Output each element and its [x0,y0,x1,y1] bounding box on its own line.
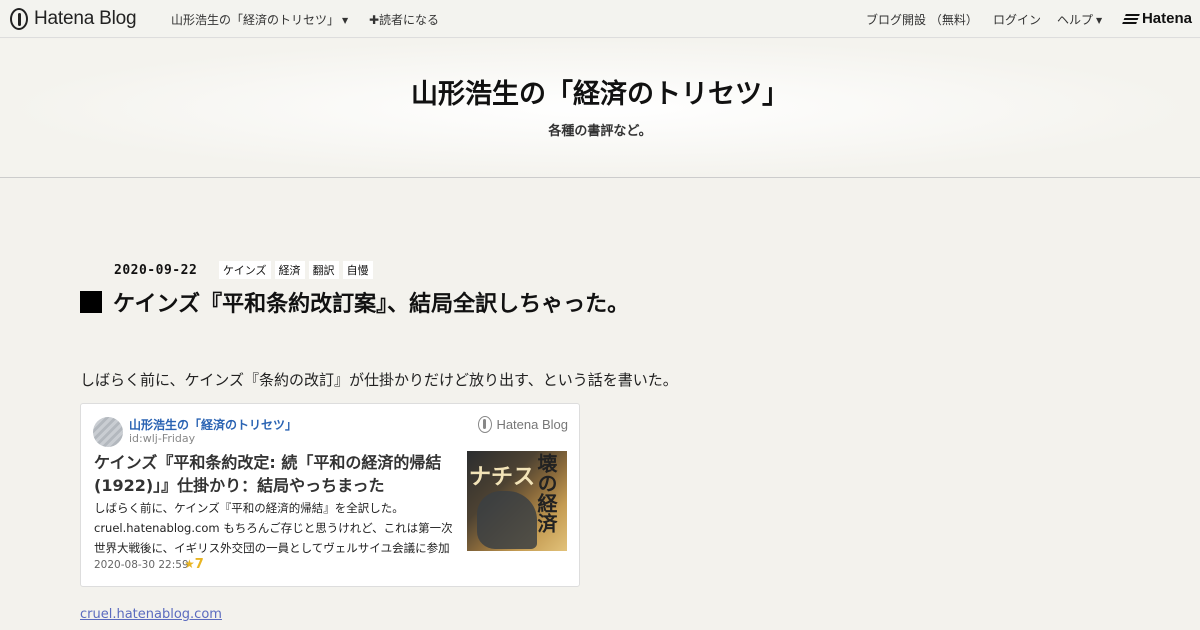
help-menu-button[interactable]: ヘルプ ▼ [1057,11,1102,28]
category-link[interactable]: ケインズ [219,261,271,279]
help-label: ヘルプ [1057,13,1094,27]
title-square-icon [80,291,102,313]
entry-date[interactable]: 2020-09-22 [114,263,197,278]
card-excerpt: しばらく前に、ケインズ『平和の経済的帰結』を全訳した。 cruel.hatena… [94,501,453,555]
card-hatena-blog-logo[interactable]: Hatena Blog [478,416,568,433]
subscribe-button[interactable]: ✚読者になる [369,11,439,28]
card-brand-text: Hatena Blog [496,417,568,432]
star-count-value: 7 [194,557,204,572]
category-link[interactable]: 経済 [274,261,305,279]
card-blog-name[interactable]: 山形浩生の「経済のトリセツ」 [129,416,297,433]
hatena-lines-icon [1122,13,1140,24]
hatena-blog-mark-icon [478,416,493,433]
hatena-logo[interactable]: Hatena [1122,10,1192,27]
avatar[interactable] [93,417,123,447]
hatena-logo-text: Hatena [1141,10,1192,27]
card-thumbnail[interactable]: ナチス 壊の経済 [467,451,567,551]
blog-title[interactable]: 山形浩生の「経済のトリセツ」 [0,72,1200,111]
thumbnail-figure [477,491,537,549]
open-blog-link[interactable]: ブログ開設 （無料） [866,11,978,28]
blog-link[interactable]: cruel.hatenablog.com [80,607,222,622]
hatena-blog-logo[interactable]: Hatena Blog [10,7,137,31]
login-link[interactable]: ログイン [993,11,1041,28]
blog-header: 山形浩生の「経済のトリセツ」 各種の書評など。 [0,39,1200,178]
card-blog-id: id:wlj-Friday [129,432,196,445]
blog-embed-card[interactable]: 山形浩生の「経済のトリセツ」 id:wlj-Friday Hatena Blog… [80,403,580,587]
entry-categories: ケインズ 経済 翻訳 自慢 [219,261,373,279]
category-link[interactable]: 自慢 [342,261,373,279]
category-link[interactable]: 翻訳 [308,261,339,279]
hatena-blog-mark-icon [10,8,28,30]
card-date: 2020-08-30 22:59 [94,559,189,571]
entry-title-link[interactable]: ケインズ『平和条約改訂案』、結局全訳しちゃった。 [113,286,629,318]
thumbnail-text: 壊の経済 [534,453,558,533]
blog-menu-button[interactable]: 山形浩生の「経済のトリセツ」 ▼ [171,11,348,28]
entry-title: ケインズ『平和条約改訂案』、結局全訳しちゃった。 [80,286,629,318]
caret-down-icon: ▼ [1096,16,1103,25]
card-title[interactable]: ケインズ『平和条約改定: 続「平和の経済的帰結 (1922)」』仕掛かり：結局や… [94,451,454,497]
caret-down-icon: ▼ [342,16,349,25]
global-header: Hatena Blog 山形浩生の「経済のトリセツ」 ▼ ✚読者になる ブログ開設… [0,0,1200,38]
thumbnail-text: ナチス [469,465,536,490]
blog-description: 各種の書評など。 [548,124,652,139]
star-count[interactable]: ★7 [184,557,204,572]
blog-menu-label: 山形浩生の「経済のトリセツ」 [171,13,340,27]
brand-text: Hatena Blog [34,8,137,29]
star-icon: ★ [184,557,195,571]
entry-body-text: しばらく前に、ケインズ『条約の改訂』が仕掛かりだけど放り出す、という話を書いた。 [80,371,678,389]
